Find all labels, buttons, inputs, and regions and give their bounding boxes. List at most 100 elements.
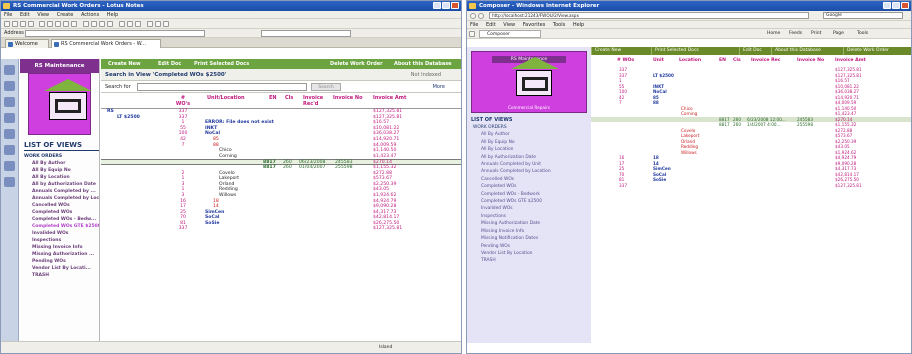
cut-icon[interactable]: [55, 21, 61, 27]
location-status[interactable]: Island: [379, 342, 392, 353]
web-col-wos[interactable]: # WOs: [617, 58, 634, 63]
menu-help[interactable]: Help: [107, 12, 118, 18]
about-database-button[interactable]: About this Database: [391, 60, 455, 68]
col-invoice-recd[interactable]: Invoice Rec'd: [303, 95, 327, 107]
open-icon[interactable]: [39, 21, 45, 27]
web-nav-item-17[interactable]: Vendor List By Location: [467, 250, 591, 257]
menu-edit[interactable]: Edit: [20, 12, 30, 18]
nav-item-15[interactable]: Pending WOs: [20, 258, 99, 265]
search-icon[interactable]: [119, 21, 125, 27]
url-field[interactable]: http://localhost:21243/FWOU/2/View.aspx: [489, 12, 809, 19]
close-icon[interactable]: [901, 2, 909, 9]
web-nav-item-8[interactable]: Completed WOs: [467, 183, 591, 190]
web-col-invoice-rec[interactable]: Invoice Rec: [751, 58, 781, 63]
view-row[interactable]: 337 $127,325.81: [101, 226, 461, 232]
create-new-button[interactable]: Create New: [105, 60, 144, 68]
forward-icon[interactable]: [478, 13, 484, 19]
web-nav-item-10[interactable]: Completed WOs GTE $2500: [467, 198, 591, 205]
web-create-new-button[interactable]: Create New: [591, 47, 621, 55]
nav-item-17[interactable]: TRASH: [20, 272, 99, 279]
search-button[interactable]: Search: [311, 83, 341, 91]
web-table-row[interactable]: 337 $127,325.81: [591, 183, 911, 189]
edit-doc-button[interactable]: Edit Doc: [155, 60, 184, 68]
collapse-icon[interactable]: [91, 21, 97, 27]
col-en[interactable]: EN: [269, 95, 277, 101]
nav-item-9[interactable]: Completed WOs - Bedw...: [20, 216, 99, 223]
menu-file[interactable]: File: [4, 12, 12, 18]
todo-bookmark-icon[interactable]: [4, 113, 15, 123]
menu-edit[interactable]: Edit: [486, 22, 496, 28]
web-about-database-button[interactable]: About this Database: [771, 47, 821, 55]
web-nav-item-12[interactable]: Inspections: [467, 213, 591, 220]
delete-work-order-button[interactable]: Delete Work Order: [327, 60, 386, 68]
left-search-box[interactable]: [261, 30, 351, 37]
menu-actions[interactable]: Actions: [81, 12, 99, 18]
tab-welcome[interactable]: Welcome: [5, 39, 49, 48]
menu-help[interactable]: Help: [573, 22, 584, 28]
address-field[interactable]: [25, 30, 205, 37]
favorites-star-icon[interactable]: [469, 31, 475, 37]
maximize-icon[interactable]: [442, 2, 450, 9]
menu-file[interactable]: File: [470, 22, 478, 28]
web-print-selected-button[interactable]: Print Selected Docs: [651, 47, 699, 55]
replicator-bookmark-icon[interactable]: [4, 129, 15, 139]
web-nav-item-6[interactable]: Annuals Completed by Location: [467, 168, 591, 175]
col-cls[interactable]: Cls: [285, 95, 293, 101]
ie-tools-button[interactable]: Tools: [857, 29, 868, 39]
web-col-unit[interactable]: Unit: [653, 58, 664, 63]
nav-item-13[interactable]: Missing Invoice Info: [20, 244, 99, 251]
nav-item-5[interactable]: Annuals Completed by ...: [20, 188, 99, 195]
web-col-location[interactable]: Location: [679, 58, 701, 63]
menu-create[interactable]: Create: [57, 12, 74, 18]
menu-view[interactable]: View: [503, 22, 515, 28]
nav-item-2[interactable]: All By Equip No: [20, 167, 99, 174]
databases-bookmark-icon[interactable]: [4, 161, 15, 171]
tab-rs-work-orders[interactable]: RS Commercial Work Orders - W...: [51, 39, 161, 48]
expand-icon[interactable]: [83, 21, 89, 27]
menu-tools[interactable]: Tools: [553, 22, 565, 28]
col-unit-location[interactable]: Unit/Location: [207, 95, 245, 101]
stop-icon[interactable]: [20, 21, 26, 27]
ie-page-button[interactable]: Page: [833, 29, 844, 39]
mail-bookmark-icon[interactable]: [4, 65, 15, 75]
bookmark-icon[interactable]: [127, 21, 133, 27]
web-nav-item-4[interactable]: All by Authorization Date: [467, 154, 591, 161]
col-invoice-amt[interactable]: Invoice Amt: [373, 95, 406, 101]
minimize-icon[interactable]: [883, 2, 891, 9]
web-nav-item-16[interactable]: Pending WOs: [467, 243, 591, 250]
menu-favorites[interactable]: Favorites: [523, 22, 546, 28]
col-invoice-no[interactable]: Invoice No: [333, 95, 363, 101]
nav-item-3[interactable]: All By Location: [20, 174, 99, 181]
web-col-cls[interactable]: Cls: [733, 58, 741, 63]
search-input[interactable]: [137, 83, 307, 91]
minimize-icon[interactable]: [433, 2, 441, 9]
more-bookmarks-icon[interactable]: [4, 177, 15, 187]
nav-item-12[interactable]: Inspections: [20, 237, 99, 244]
web-nav-item-3[interactable]: All By Location: [467, 146, 591, 153]
web-nav-item-9[interactable]: Completed WOs - Bedwork: [467, 191, 591, 198]
google-search-box[interactable]: Google: [823, 12, 903, 19]
properties-icon[interactable]: [147, 21, 153, 27]
ie-home-button[interactable]: Home: [767, 29, 780, 39]
paste-icon[interactable]: [71, 21, 77, 27]
nav-item-1[interactable]: All By Author: [20, 160, 99, 167]
nav-item-7[interactable]: Cancelled WOs: [20, 202, 99, 209]
nav-item-6[interactable]: Annuals Completed by Loc: [20, 195, 99, 202]
forward-icon[interactable]: [12, 21, 18, 27]
back-icon[interactable]: [4, 21, 10, 27]
nav-item-4[interactable]: All by Authorization Date: [20, 181, 99, 188]
web-nav-item-13[interactable]: Missing Authorization Date: [467, 220, 591, 227]
web-edit-doc-button[interactable]: Edit Doc: [739, 47, 762, 55]
print-icon[interactable]: [47, 21, 53, 27]
favorites-bookmark-icon[interactable]: [4, 145, 15, 155]
nav-item-8[interactable]: Completed WOs: [20, 209, 99, 216]
web-col-invoice-no[interactable]: Invoice No: [797, 58, 824, 63]
web-nav-item-5[interactable]: Annuals Completed by Unit: [467, 161, 591, 168]
maximize-icon[interactable]: [892, 2, 900, 9]
contacts-bookmark-icon[interactable]: [4, 97, 15, 107]
web-nav-item-11[interactable]: Invalided WOs: [467, 205, 591, 212]
calendar-bookmark-icon[interactable]: [4, 81, 15, 91]
close-icon[interactable]: [451, 2, 459, 9]
menu-view[interactable]: View: [37, 12, 49, 18]
refresh-view-icon[interactable]: [163, 21, 169, 27]
